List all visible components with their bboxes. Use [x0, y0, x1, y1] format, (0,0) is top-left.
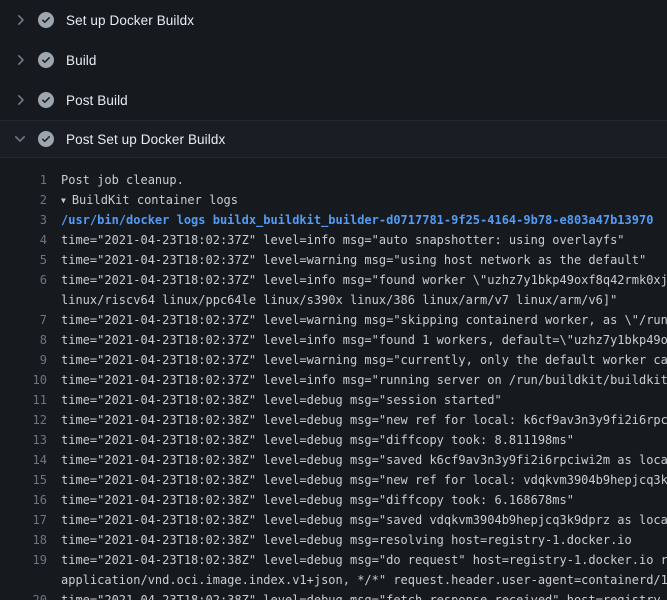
log-line-text: time="2021-04-23T18:02:37Z" level=warnin… [61, 310, 667, 330]
log-line-number[interactable]: 12 [0, 410, 47, 430]
log-line: 1 Post job cleanup. [0, 170, 667, 190]
log-line-number [0, 570, 47, 590]
log-line-number[interactable]: 8 [0, 330, 47, 350]
log-line-number[interactable]: 17 [0, 510, 47, 530]
log-line-text: time="2021-04-23T18:02:38Z" level=debug … [61, 510, 667, 530]
log-line: 20 time="2021-04-23T18:02:38Z" level=deb… [0, 590, 667, 600]
log-line: 3 /usr/bin/docker logs buildx_buildkit_b… [0, 210, 667, 230]
log-line-number[interactable]: 15 [0, 470, 47, 490]
log-line: 13 time="2021-04-23T18:02:38Z" level=deb… [0, 430, 667, 450]
log-line-number[interactable]: 18 [0, 530, 47, 550]
log-line-text: time="2021-04-23T18:02:37Z" level=warnin… [61, 350, 667, 370]
section-step-build[interactable]: Build [0, 40, 667, 80]
log-line-text: time="2021-04-23T18:02:37Z" level=info m… [61, 330, 667, 350]
log-line-text: time="2021-04-23T18:02:38Z" level=debug … [61, 490, 574, 510]
log-line: 7 time="2021-04-23T18:02:37Z" level=warn… [0, 310, 667, 330]
log-line-text: time="2021-04-23T18:02:38Z" level=debug … [61, 390, 502, 410]
actions-log-viewer: Set up Docker Buildx Build Post Build Po… [0, 0, 667, 600]
log-line-number[interactable]: 10 [0, 370, 47, 390]
triangle-down-icon: ▼ [61, 191, 66, 211]
log-line: 18 time="2021-04-23T18:02:38Z" level=deb… [0, 530, 667, 550]
log-line-number[interactable]: 13 [0, 430, 47, 450]
log-line-text: time="2021-04-23T18:02:37Z" level=info m… [61, 230, 625, 250]
log-line: 6 time="2021-04-23T18:02:37Z" level=info… [0, 270, 667, 290]
log-line-number[interactable]: 20 [0, 590, 47, 600]
log-line-number[interactable]: 16 [0, 490, 47, 510]
log-line-number[interactable]: 9 [0, 350, 47, 370]
log-line-text: time="2021-04-23T18:02:38Z" level=debug … [61, 470, 667, 490]
section-label: Set up Docker Buildx [66, 13, 194, 28]
log-line-text: application/vnd.oci.image.index.v1+json,… [61, 570, 667, 590]
log-line: 19 time="2021-04-23T18:02:38Z" level=deb… [0, 550, 667, 570]
section-step-post-build[interactable]: Post Build [0, 80, 667, 120]
check-circle-icon [38, 52, 54, 68]
log-line-number[interactable]: 14 [0, 450, 47, 470]
check-circle-icon [38, 12, 54, 28]
log-line-continuation: application/vnd.oci.image.index.v1+json,… [0, 570, 667, 590]
log-line: 16 time="2021-04-23T18:02:38Z" level=deb… [0, 490, 667, 510]
section-step-post-set-up-docker-buildx[interactable]: Post Set up Docker Buildx [0, 120, 667, 158]
log-line-number[interactable]: 5 [0, 250, 47, 270]
log-line: 11 time="2021-04-23T18:02:38Z" level=deb… [0, 390, 667, 410]
log-output: 1 Post job cleanup. 2 ▼ BuildKit containe… [0, 158, 667, 600]
log-line-number[interactable]: 4 [0, 230, 47, 250]
log-line-text: time="2021-04-23T18:02:37Z" level=info m… [61, 270, 667, 290]
log-group-header: ▼ BuildKit container logs [61, 190, 238, 210]
log-line-text: time="2021-04-23T18:02:38Z" level=debug … [61, 530, 632, 550]
section-label: Post Build [66, 93, 128, 108]
log-line-text: linux/riscv64 linux/ppc64le linux/s390x … [61, 290, 617, 310]
log-line: 5 time="2021-04-23T18:02:37Z" level=warn… [0, 250, 667, 270]
log-line-number[interactable]: 2 [0, 190, 47, 210]
log-line: 12 time="2021-04-23T18:02:38Z" level=deb… [0, 410, 667, 430]
log-line-number[interactable]: 3 [0, 210, 47, 230]
log-line: 9 time="2021-04-23T18:02:37Z" level=warn… [0, 350, 667, 370]
chevron-right-icon [12, 12, 28, 28]
log-line-text: time="2021-04-23T18:02:38Z" level=debug … [61, 410, 667, 430]
log-line-text: time="2021-04-23T18:02:37Z" level=warnin… [61, 250, 646, 270]
log-line-number[interactable]: 11 [0, 390, 47, 410]
log-line: 14 time="2021-04-23T18:02:38Z" level=deb… [0, 450, 667, 470]
check-circle-icon [38, 131, 54, 147]
log-line-number[interactable]: 6 [0, 270, 47, 290]
chevron-right-icon [12, 92, 28, 108]
chevron-down-icon [12, 131, 28, 147]
log-line: 17 time="2021-04-23T18:02:38Z" level=deb… [0, 510, 667, 530]
log-line: 4 time="2021-04-23T18:02:37Z" level=info… [0, 230, 667, 250]
chevron-right-icon [12, 52, 28, 68]
log-line-text: time="2021-04-23T18:02:38Z" level=debug … [61, 590, 667, 600]
section-label: Post Set up Docker Buildx [66, 132, 225, 147]
section-label: Build [66, 53, 97, 68]
log-line: 10 time="2021-04-23T18:02:37Z" level=inf… [0, 370, 667, 390]
log-command-text: /usr/bin/docker logs buildx_buildkit_bui… [61, 210, 653, 230]
check-circle-icon [38, 92, 54, 108]
log-line-number[interactable]: 1 [0, 170, 47, 190]
log-line-continuation: linux/riscv64 linux/ppc64le linux/s390x … [0, 290, 667, 310]
log-line: 8 time="2021-04-23T18:02:37Z" level=info… [0, 330, 667, 350]
log-line-number [0, 290, 47, 310]
section-step-set-up-docker-buildx[interactable]: Set up Docker Buildx [0, 0, 667, 40]
log-line-text: time="2021-04-23T18:02:38Z" level=debug … [61, 550, 667, 570]
log-line-number[interactable]: 7 [0, 310, 47, 330]
log-line: 15 time="2021-04-23T18:02:38Z" level=deb… [0, 470, 667, 490]
log-line-number[interactable]: 19 [0, 550, 47, 570]
log-group-title: BuildKit container logs [72, 193, 238, 207]
log-line-text: time="2021-04-23T18:02:38Z" level=debug … [61, 430, 574, 450]
log-line-text: time="2021-04-23T18:02:37Z" level=info m… [61, 370, 667, 390]
log-group-toggle[interactable]: 2 ▼ BuildKit container logs [0, 190, 667, 210]
log-line-text: time="2021-04-23T18:02:38Z" level=debug … [61, 450, 667, 470]
log-line-text: Post job cleanup. [61, 170, 184, 190]
